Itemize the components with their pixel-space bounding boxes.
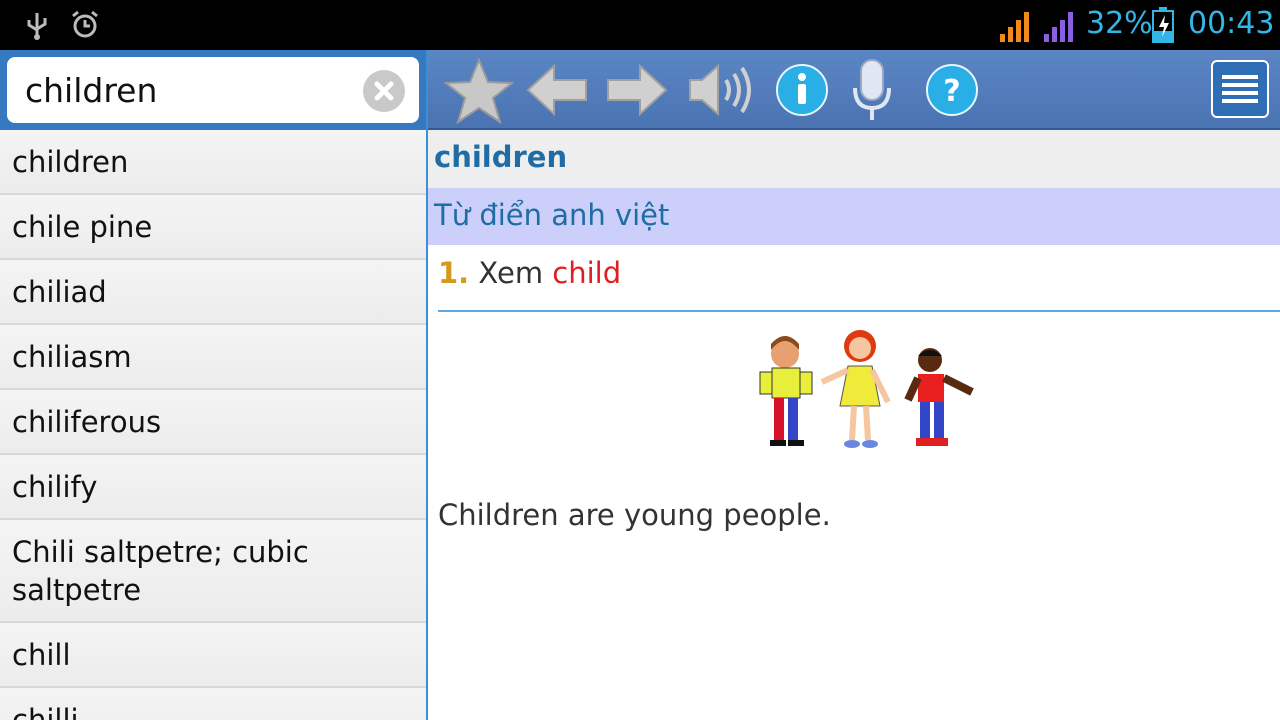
battery-charging-icon [1152,7,1174,47]
list-item[interactable]: chill [0,623,426,688]
list-item[interactable]: chilify [0,455,426,520]
boy-figure-2 [904,348,974,446]
boy-figure-1 [759,336,813,446]
voice-search-button[interactable] [840,58,906,122]
toolbar: ? [428,50,1280,130]
list-item[interactable]: children [0,130,426,195]
headword: children [434,140,568,174]
dictionary-title: Từ điển anh việt [434,198,670,232]
search-box [7,57,419,123]
favorite-button[interactable] [444,58,514,124]
forward-button[interactable] [604,58,670,122]
definition-link[interactable]: child [552,256,621,290]
battery-percent: 32% [1086,6,1153,41]
word-list-panel: children chile pine chiliad chiliasm chi… [0,50,426,720]
headword-bar: children [428,130,1280,188]
list-item[interactable]: chilli [0,688,426,720]
menu-button[interactable] [1211,60,1269,118]
status-bar: 32% 00:43 [0,0,1280,50]
list-item[interactable]: chile pine [0,195,426,260]
back-button[interactable] [524,58,590,122]
search-bar [0,50,426,130]
word-list: children chile pine chiliad chiliasm chi… [0,130,426,720]
info-button[interactable] [770,58,836,122]
clock: 00:43 [1188,6,1275,41]
usb-icon [22,10,52,44]
pronounce-button[interactable] [686,58,752,122]
definition-text: Xem [478,256,544,290]
list-item[interactable]: Chili saltpetre; cubic saltpetre [0,520,426,623]
signal-purple-icon [1042,8,1078,46]
signal-orange-icon [998,8,1034,46]
search-input[interactable] [25,65,345,115]
alarm-icon [70,10,100,44]
definition-number: 1. [438,256,470,290]
list-item[interactable]: chiliad [0,260,426,325]
dictionary-bar: Từ điển anh việt [428,188,1280,245]
definition-line: 1. Xem child [438,256,621,290]
example-sentence: Children are young people. [438,498,831,532]
svg-text:?: ? [943,74,960,109]
girl-figure [820,330,891,448]
menu-icon [1213,75,1267,120]
divider [438,310,1280,312]
help-button[interactable]: ? [920,58,986,122]
definition-panel: children Từ điển anh việt 1. Xem child C… [428,130,1280,720]
list-item[interactable]: chiliferous [0,390,426,455]
children-illustration [748,326,978,460]
clear-search-button[interactable] [363,70,405,112]
list-item[interactable]: chiliasm [0,325,426,390]
